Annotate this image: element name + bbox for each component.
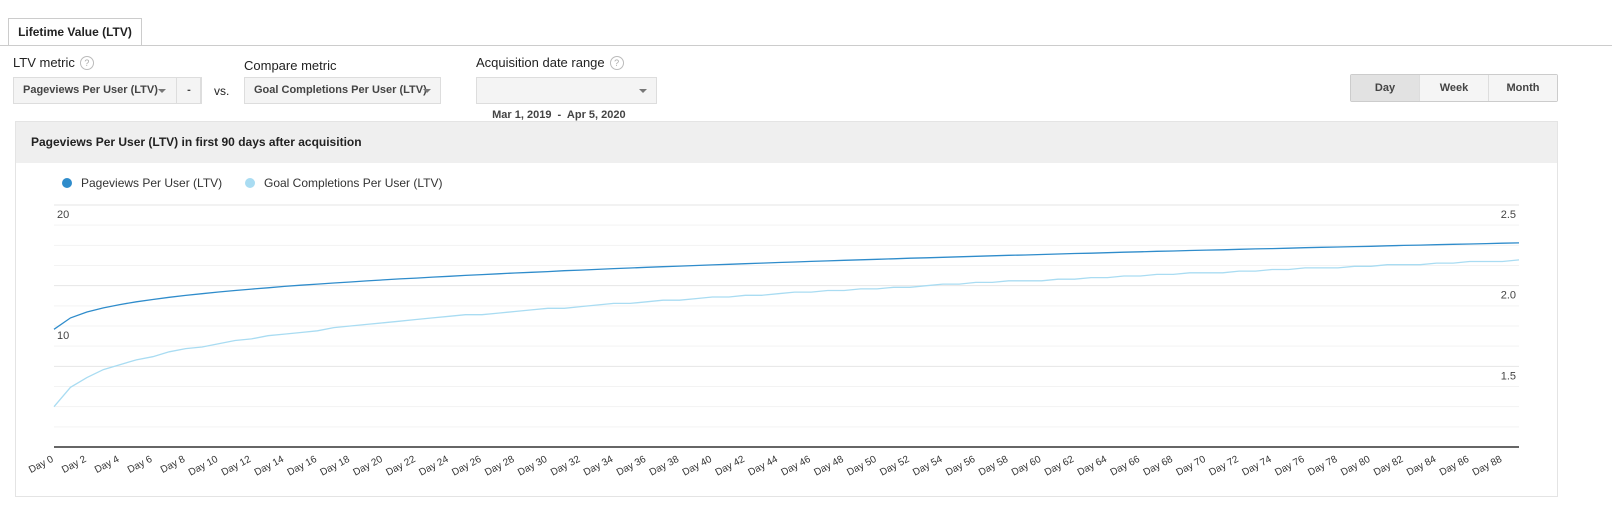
x-tick-label: Day 16 (286, 454, 320, 479)
y-left-tick-label: 20 (57, 209, 69, 221)
x-tick-label: Day 28 (483, 454, 517, 479)
x-tick-label: Day 68 (1142, 454, 1176, 479)
y-right-tick-label: 2.5 (1501, 209, 1516, 221)
x-tick-label: Day 70 (1175, 454, 1209, 479)
series-line-1 (53, 259, 1520, 408)
x-tick-label: Day 48 (812, 454, 846, 479)
x-tick-label: Day 4 (93, 454, 122, 476)
x-tick-label: Day 36 (615, 454, 649, 479)
x-tick-label: Day 58 (977, 454, 1011, 479)
x-tick-label: Day 84 (1405, 454, 1439, 479)
x-tick-label: Day 6 (126, 454, 155, 476)
x-tick-label: Day 20 (351, 454, 385, 479)
x-tick-label: Day 64 (1076, 454, 1110, 479)
x-tick-label: Day 62 (1043, 454, 1077, 479)
x-tick-label: Day 86 (1438, 454, 1472, 479)
x-tick-label: Day 22 (384, 454, 418, 479)
x-tick-label: Day 10 (187, 454, 221, 479)
y-right-tick-label: 2.0 (1501, 290, 1516, 302)
x-tick-label: Day 46 (779, 454, 813, 479)
x-tick-label: Day 34 (582, 454, 616, 479)
y-right-tick-label: 1.5 (1501, 370, 1516, 382)
x-tick-label: Day 54 (911, 454, 945, 479)
line-chart: 20102.52.01.5Day 0 Day 2 Day 4 Day 6 Day 8 Da… (27, 204, 1520, 479)
x-tick-label: Day 40 (681, 454, 715, 479)
x-tick-label: Day 82 (1372, 454, 1406, 479)
x-tick-label: Day 56 (944, 454, 978, 479)
x-tick-label: Day 38 (648, 454, 682, 479)
x-tick-label: Day 0 (27, 454, 56, 476)
x-tick-label: Day 32 (549, 454, 583, 479)
x-tick-label: Day 88 (1471, 454, 1505, 479)
x-tick-label: Day 26 (450, 454, 484, 479)
x-tick-label: Day 72 (1207, 454, 1241, 479)
x-tick-label: Day 14 (253, 454, 287, 479)
x-tick-label: Day 42 (714, 454, 748, 479)
x-tick-label: Day 66 (1109, 454, 1143, 479)
x-tick-label: Day 8 (159, 454, 188, 476)
x-tick-label: Day 44 (747, 454, 781, 479)
x-tick-label: Day 18 (319, 454, 353, 479)
x-tick-label: Day 60 (1010, 454, 1044, 479)
x-tick-label: Day 52 (878, 454, 912, 479)
x-tick-label: Day 80 (1339, 454, 1373, 479)
x-tick-label: Day 24 (417, 454, 451, 479)
x-tick-label: Day 50 (845, 454, 879, 479)
x-tick-label: Day 76 (1273, 454, 1307, 479)
y-left-tick-label: 10 (57, 330, 69, 342)
x-tick-label: Day 74 (1240, 454, 1274, 479)
x-tick-label: Day 78 (1306, 454, 1340, 479)
x-tick-label: Day 2 (60, 454, 89, 476)
x-tick-label: Day 30 (516, 454, 550, 479)
x-tick-label: Day 12 (220, 454, 254, 479)
